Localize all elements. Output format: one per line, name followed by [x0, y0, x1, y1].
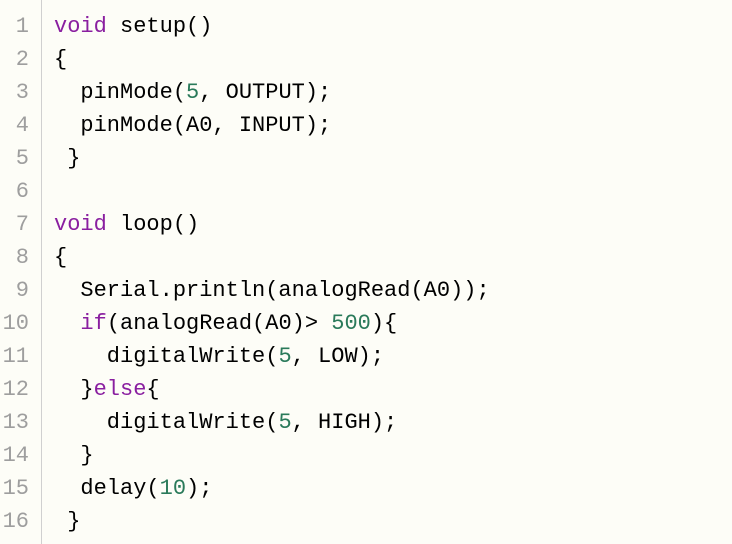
text-token [54, 311, 80, 336]
text-token: Serial.println(analogRead(A0)); [54, 278, 490, 303]
text-token: ); [186, 476, 212, 501]
code-line: Serial.println(analogRead(A0)); [54, 274, 732, 307]
text-token: } [54, 377, 94, 402]
code-line: pinMode(5, OUTPUT); [54, 76, 732, 109]
line-number-gutter: 12345678910111213141516 [0, 0, 42, 544]
line-number: 6 [0, 175, 33, 208]
code-line: } [54, 505, 732, 538]
text-token: setup() [107, 14, 213, 39]
text-token: ){ [371, 311, 397, 336]
code-line: void setup() [54, 10, 732, 43]
code-line: pinMode(A0, INPUT); [54, 109, 732, 142]
keyword-token: void [54, 212, 107, 237]
text-token: { [146, 377, 159, 402]
text-token: pinMode(A0, INPUT); [54, 113, 331, 138]
code-editor: void setup(){ pinMode(5, OUTPUT); pinMod… [42, 0, 732, 544]
text-token: { [54, 245, 67, 270]
line-number: 7 [0, 208, 33, 241]
text-token: { [54, 47, 67, 72]
code-line: }else{ [54, 373, 732, 406]
code-line: { [54, 43, 732, 76]
text-token: (analogRead(A0)> [107, 311, 331, 336]
code-line: void loop() [54, 208, 732, 241]
text-token: digitalWrite( [54, 344, 278, 369]
line-number: 1 [0, 10, 33, 43]
line-number: 11 [0, 340, 33, 373]
keyword-token: void [54, 14, 107, 39]
text-token: , HIGH); [292, 410, 398, 435]
code-line: } [54, 439, 732, 472]
line-number: 2 [0, 43, 33, 76]
text-token: } [54, 146, 80, 171]
code-line [54, 175, 732, 208]
keyword-token: else [94, 377, 147, 402]
line-number: 9 [0, 274, 33, 307]
number-token: 5 [186, 80, 199, 105]
line-number: 10 [0, 307, 33, 340]
text-token: delay( [54, 476, 160, 501]
text-token: , OUTPUT); [199, 80, 331, 105]
number-token: 5 [278, 344, 291, 369]
code-line: } [54, 142, 732, 175]
line-number: 8 [0, 241, 33, 274]
line-number: 12 [0, 373, 33, 406]
line-number: 5 [0, 142, 33, 175]
text-token: } [54, 509, 80, 534]
line-number: 15 [0, 472, 33, 505]
code-line: digitalWrite(5, HIGH); [54, 406, 732, 439]
code-line: { [54, 241, 732, 274]
line-number: 14 [0, 439, 33, 472]
text-token: loop() [107, 212, 199, 237]
text-token: pinMode( [54, 80, 186, 105]
number-token: 500 [331, 311, 371, 336]
text-token: digitalWrite( [54, 410, 278, 435]
number-token: 5 [278, 410, 291, 435]
text-token: , LOW); [292, 344, 384, 369]
text-token: } [54, 443, 94, 468]
number-token: 10 [160, 476, 186, 501]
code-line: delay(10); [54, 472, 732, 505]
line-number: 16 [0, 505, 33, 538]
line-number: 13 [0, 406, 33, 439]
code-line: if(analogRead(A0)> 500){ [54, 307, 732, 340]
line-number: 4 [0, 109, 33, 142]
code-line: digitalWrite(5, LOW); [54, 340, 732, 373]
line-number: 3 [0, 76, 33, 109]
keyword-token: if [80, 311, 106, 336]
